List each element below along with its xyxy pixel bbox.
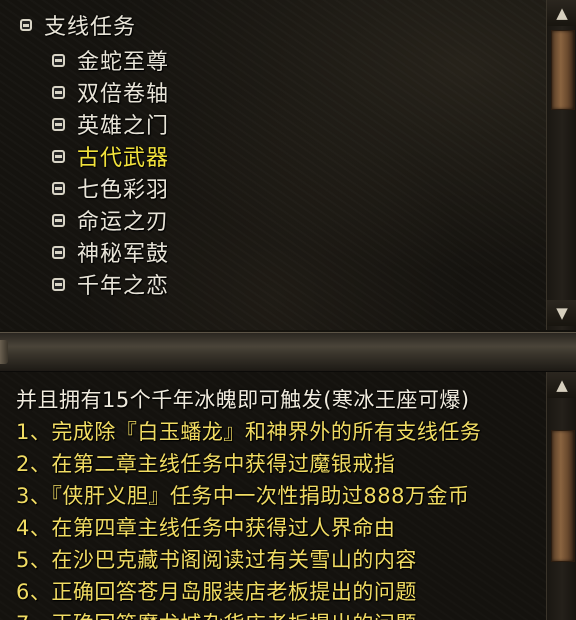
quest-tree-panel: 支线任务 金蛇至尊 双倍卷轴 英雄之门 古代武器 七色彩羽 命运之刃 神秘军鼓 …	[0, 0, 546, 330]
quest-node-icon	[52, 213, 65, 227]
tree-item[interactable]: 英雄之门	[52, 109, 169, 139]
divider-handle[interactable]	[0, 340, 8, 364]
tree-item-label: 古代武器	[77, 146, 170, 171]
tree-item[interactable]: 七色彩羽	[52, 173, 169, 203]
tree-root-side-quests[interactable]: 支线任务	[20, 10, 136, 40]
panel-divider[interactable]	[0, 332, 576, 372]
requirement-line: 5、在沙巴克藏书阁阅读过有关雪山的内容	[16, 548, 417, 572]
tree-item-label: 双倍卷轴	[77, 82, 170, 107]
description-scrollbar[interactable]: ▲	[546, 372, 576, 620]
tree-item-selected[interactable]: 古代武器	[52, 141, 169, 171]
tree-item-label: 千年之恋	[77, 274, 170, 299]
collapse-icon[interactable]	[20, 19, 32, 31]
tree-item[interactable]: 命运之刃	[52, 205, 169, 235]
scroll-down-icon[interactable]: ▼	[547, 300, 576, 326]
tree-item-label: 神秘军鼓	[77, 242, 170, 267]
requirement-line: 1、完成除『白玉蟠龙』和神界外的所有支线任务	[16, 420, 482, 444]
tree-item[interactable]: 千年之恋	[52, 269, 169, 299]
tree-item[interactable]: 双倍卷轴	[52, 77, 169, 107]
tree-item[interactable]: 金蛇至尊	[52, 45, 169, 75]
quest-node-icon	[52, 117, 65, 131]
description-scroll-thumb[interactable]	[551, 430, 575, 562]
tree-item-label: 命运之刃	[77, 210, 170, 235]
requirement-line: 3、『侠肝义胆』任务中一次性捐助过888万金币	[16, 484, 470, 508]
tree-root-label: 支线任务	[44, 15, 137, 40]
quest-node-icon	[52, 149, 65, 163]
tree-item-label: 七色彩羽	[77, 178, 170, 203]
quest-node-icon	[52, 277, 65, 291]
quest-node-icon	[52, 53, 65, 67]
description-intro: 并且拥有15个千年冰魄即可触发(寒冰王座可爆)	[16, 388, 470, 412]
scroll-up-icon[interactable]: ▲	[547, 372, 576, 398]
tree-item-label: 英雄之门	[77, 114, 170, 139]
requirement-line: 7、正确回答魔龙城杂货店老板提出的问题	[16, 608, 417, 620]
tree-item[interactable]: 神秘军鼓	[52, 237, 169, 267]
requirement-line: 4、在第四章主线任务中获得过人界命由	[16, 516, 396, 540]
scroll-up-icon[interactable]: ▲	[547, 0, 576, 26]
quest-node-icon	[52, 85, 65, 99]
tree-scrollbar[interactable]: ▲ ▼	[546, 0, 576, 330]
requirement-line: 6、正确回答苍月岛服装店老板提出的问题	[16, 580, 417, 604]
quest-node-icon	[52, 181, 65, 195]
quest-window: 支线任务 金蛇至尊 双倍卷轴 英雄之门 古代武器 七色彩羽 命运之刃 神秘军鼓 …	[0, 0, 576, 620]
tree-scroll-thumb[interactable]	[551, 30, 575, 110]
quest-node-icon	[52, 245, 65, 259]
requirement-line: 2、在第二章主线任务中获得过魔银戒指	[16, 452, 396, 476]
quest-description-panel: 并且拥有15个千年冰魄即可触发(寒冰王座可爆) 1、完成除『白玉蟠龙』和神界外的…	[0, 372, 546, 620]
tree-item-label: 金蛇至尊	[77, 50, 170, 75]
